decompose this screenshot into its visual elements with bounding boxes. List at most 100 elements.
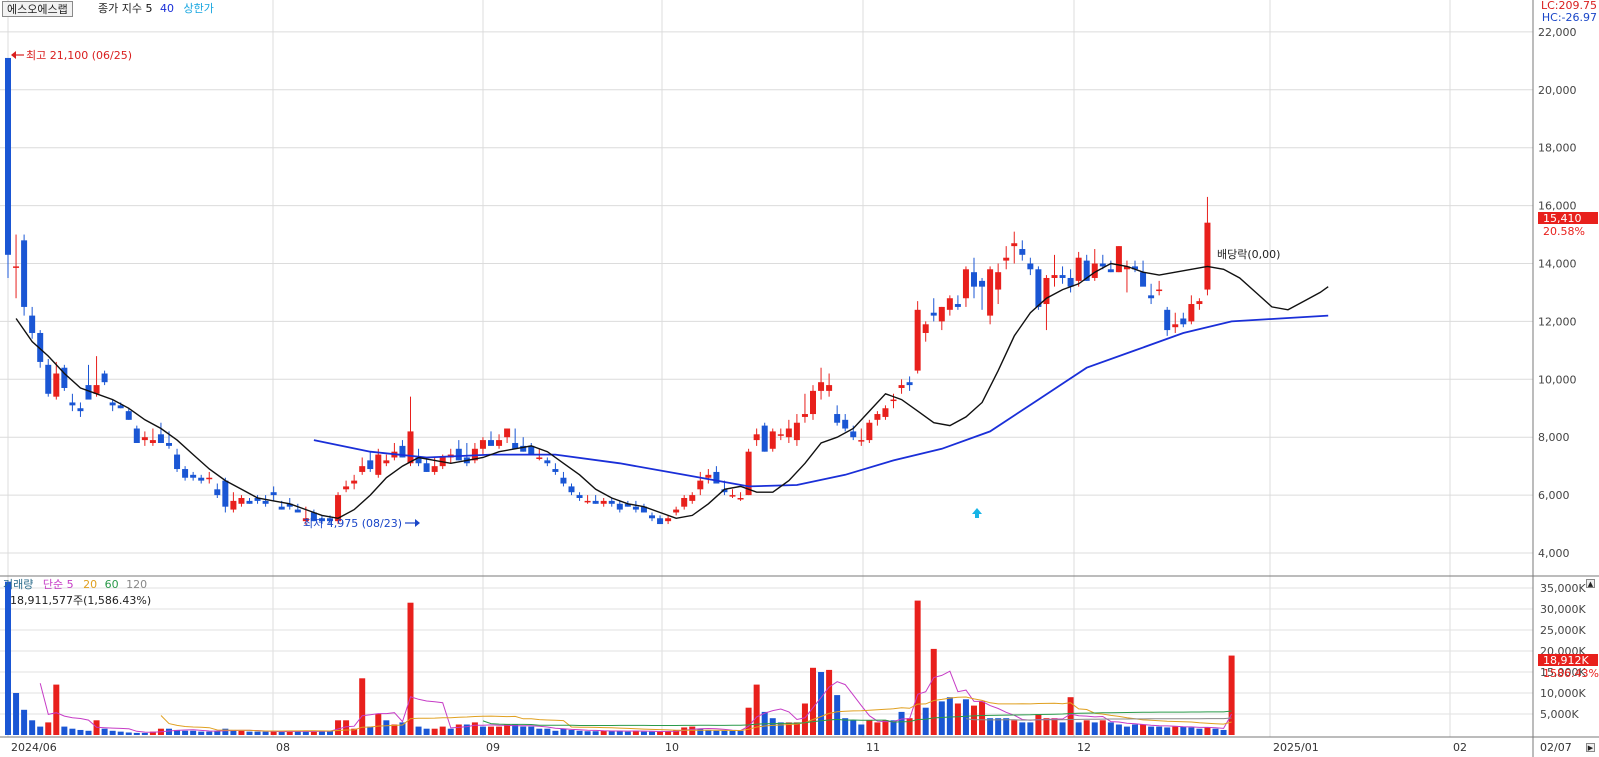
candle-body[interactable] — [182, 469, 189, 478]
candle-body[interactable] — [632, 506, 639, 510]
volume-bar[interactable] — [61, 726, 68, 735]
candle-body[interactable] — [367, 460, 374, 470]
candle-body[interactable] — [294, 509, 301, 513]
candle-body[interactable] — [21, 240, 28, 307]
candle-body[interactable] — [777, 434, 784, 436]
stock-name-box[interactable]: 에스오에스랩 — [2, 1, 73, 17]
volume-bar[interactable] — [407, 602, 414, 735]
candle-body[interactable] — [761, 425, 768, 452]
candle-body[interactable] — [962, 269, 969, 299]
candle-body[interactable] — [496, 440, 503, 446]
candle-body[interactable] — [1180, 318, 1187, 325]
volume-bar[interactable] — [1051, 718, 1058, 735]
volume-bar[interactable] — [1091, 722, 1098, 735]
candle-body[interactable] — [1019, 249, 1026, 255]
candle-body[interactable] — [705, 474, 712, 478]
candle-body[interactable] — [407, 431, 414, 464]
candle-body[interactable] — [874, 414, 881, 420]
candle-body[interactable] — [1148, 295, 1155, 299]
volume-bar[interactable] — [479, 726, 486, 735]
volume-bar[interactable] — [987, 718, 994, 735]
candle-body[interactable] — [1172, 324, 1179, 328]
volume-bar[interactable] — [1027, 722, 1034, 735]
volume-bar[interactable] — [1075, 722, 1082, 735]
volume-bar[interactable] — [1011, 720, 1018, 735]
volume-bar[interactable] — [37, 726, 44, 735]
volume-bar[interactable] — [745, 707, 752, 735]
candle-body[interactable] — [793, 422, 800, 441]
volume-bar[interactable] — [818, 672, 825, 735]
candle-body[interactable] — [1027, 263, 1034, 270]
candle-body[interactable] — [166, 442, 172, 446]
candle-body[interactable] — [174, 454, 181, 470]
volume-bar[interactable] — [1164, 727, 1171, 735]
volume-bar[interactable] — [930, 648, 937, 735]
volume-bar[interactable] — [1220, 729, 1227, 735]
candle-body[interactable] — [906, 382, 913, 386]
candle-body[interactable] — [262, 500, 269, 504]
volume-bar[interactable] — [125, 732, 132, 735]
candle-body[interactable] — [544, 460, 551, 464]
volume-bar[interactable] — [182, 730, 189, 735]
candle-body[interactable] — [987, 269, 994, 316]
candle-body[interactable] — [552, 469, 559, 472]
volume-bar[interactable] — [367, 726, 374, 735]
candle-body[interactable] — [504, 428, 511, 438]
volume-bar[interactable] — [101, 728, 108, 735]
candle-body[interactable] — [657, 518, 664, 525]
volume-bar[interactable] — [938, 701, 945, 735]
volume-bar[interactable] — [1115, 724, 1122, 736]
candle-body[interactable] — [359, 466, 366, 472]
candle-body[interactable] — [488, 440, 494, 446]
volume-bar[interactable] — [922, 707, 929, 735]
candle-body[interactable] — [230, 500, 237, 510]
candle-body[interactable] — [689, 495, 696, 501]
volume-bar[interactable] — [842, 718, 849, 735]
volume-bar[interactable] — [109, 730, 116, 735]
volume-bar[interactable] — [166, 728, 172, 735]
candle-body[interactable] — [53, 373, 60, 397]
candle-body[interactable] — [1011, 243, 1018, 247]
volume-bar[interactable] — [310, 731, 317, 735]
volume-bar[interactable] — [504, 724, 511, 736]
candle-body[interactable] — [568, 486, 575, 493]
volume-bar[interactable] — [439, 726, 446, 735]
candle-body[interactable] — [1035, 269, 1042, 307]
candle-body[interactable] — [954, 304, 961, 307]
volume-legend[interactable]: 거래량 단순 5 20 60 120 — [3, 578, 153, 592]
volume-bar[interactable] — [640, 731, 647, 735]
volume-bar[interactable] — [29, 720, 36, 735]
candle-body[interactable] — [818, 382, 825, 391]
candle-body[interactable] — [1107, 269, 1114, 273]
volume-bar[interactable] — [375, 714, 382, 735]
candle-body[interactable] — [681, 497, 688, 507]
volume-bar[interactable] — [1204, 727, 1211, 735]
candle-body[interactable] — [13, 266, 20, 268]
candle-body[interactable] — [101, 373, 108, 383]
candle-body[interactable] — [898, 385, 905, 388]
candle-body[interactable] — [375, 454, 382, 475]
candle-body[interactable] — [455, 448, 462, 461]
candle-body[interactable] — [190, 474, 197, 478]
volume-bar[interactable] — [721, 730, 728, 735]
volume-bar[interactable] — [681, 727, 688, 735]
volume-bar[interactable] — [520, 726, 527, 735]
volume-bar[interactable] — [697, 728, 704, 735]
candle-body[interactable] — [1196, 301, 1203, 305]
volume-bar[interactable] — [962, 699, 969, 735]
volume-bar[interactable] — [914, 600, 921, 735]
volume-bar[interactable] — [391, 724, 398, 736]
volume-bar[interactable] — [133, 732, 140, 735]
candle-body[interactable] — [198, 477, 205, 481]
candle-body[interactable] — [850, 431, 857, 438]
volume-bar[interactable] — [1172, 726, 1179, 735]
volume-bar[interactable] — [898, 711, 905, 735]
volume-bar[interactable] — [568, 729, 575, 735]
volume-bar[interactable] — [69, 728, 76, 735]
candle-body[interactable] — [971, 272, 977, 287]
volume-bar[interactable] — [335, 720, 342, 735]
volume-bar[interactable] — [866, 720, 873, 735]
candle-body[interactable] — [1059, 275, 1066, 278]
volume-bar[interactable] — [874, 722, 881, 735]
volume-bar[interactable] — [1035, 714, 1042, 735]
